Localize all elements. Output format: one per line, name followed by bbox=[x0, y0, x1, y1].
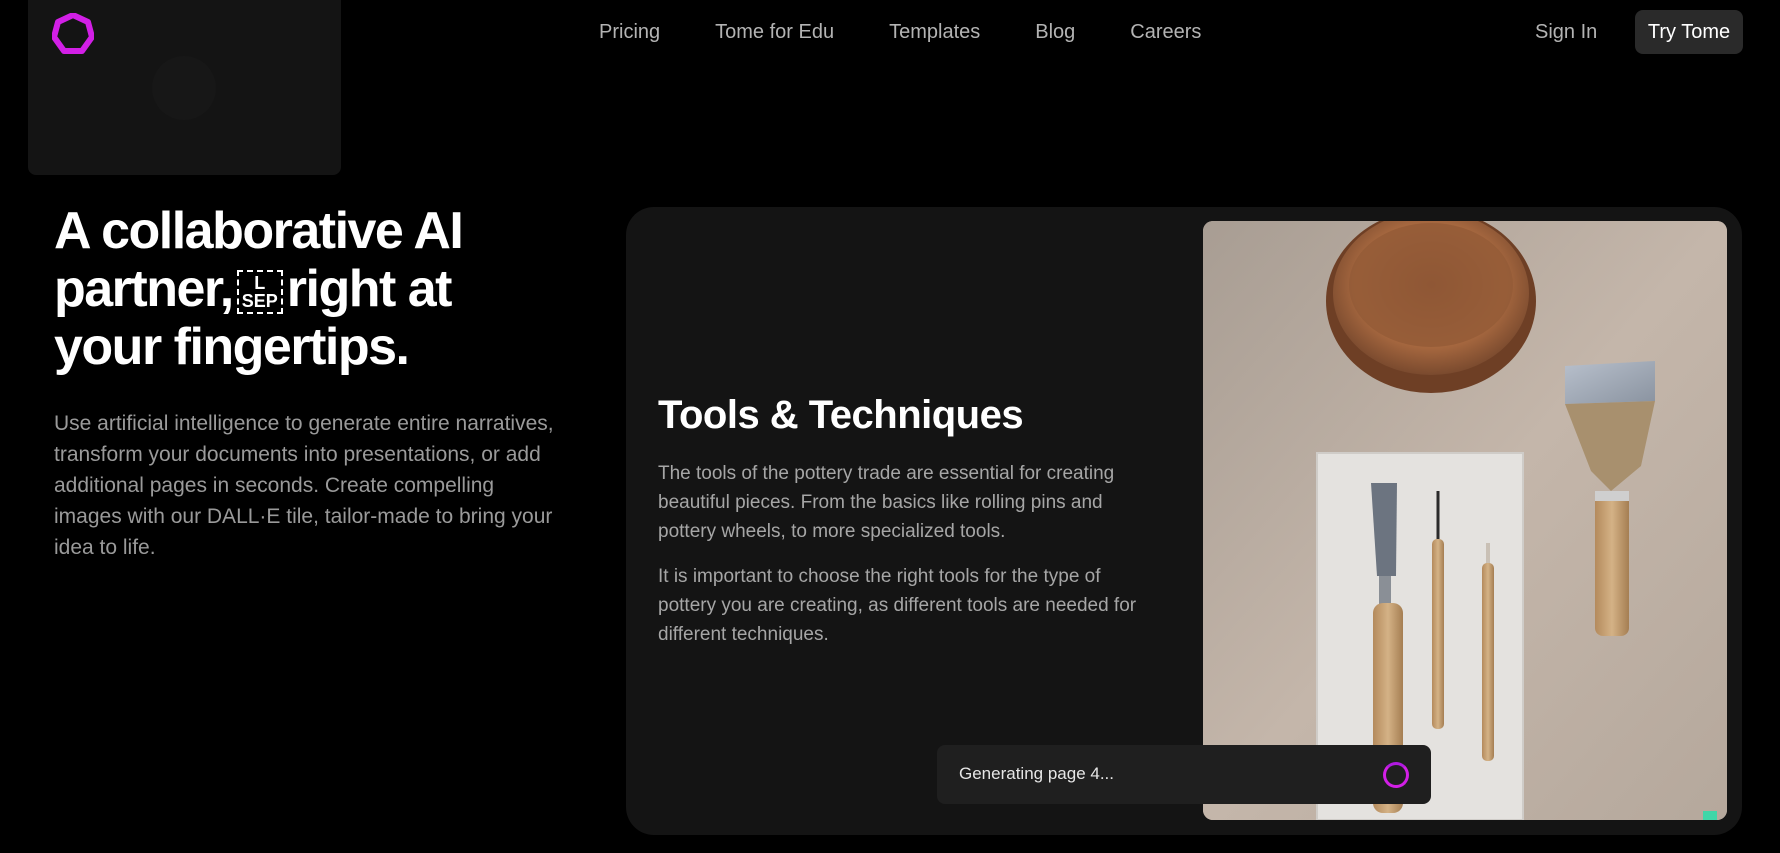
top-nav: Pricing Tome for Edu Templates Blog Care… bbox=[599, 20, 1256, 44]
hero-title-line2-post: right at bbox=[286, 260, 453, 318]
nav-tome-for-edu[interactable]: Tome for Edu bbox=[715, 20, 834, 44]
sep-glyph-bottom: SEP bbox=[241, 291, 278, 312]
generating-status-text: Generating page 4... bbox=[959, 764, 1115, 783]
hero-title: A collaborative AI partner, L SEP right at … bbox=[54, 202, 534, 376]
nav-pricing[interactable]: Pricing bbox=[599, 20, 660, 44]
nav-templates[interactable]: Templates bbox=[889, 20, 980, 44]
logo-ghost-shape bbox=[152, 56, 216, 120]
pottery-tools-illustration bbox=[1203, 221, 1727, 820]
loading-spinner-icon bbox=[1383, 762, 1409, 788]
pottery-tools-image bbox=[1203, 221, 1727, 820]
generating-toast: Generating page 4... bbox=[937, 745, 1431, 804]
nav-blog[interactable]: Blog bbox=[1035, 20, 1075, 44]
hero-title-line1: A collaborative AI bbox=[54, 202, 464, 260]
card-heading: Tools & Techniques bbox=[658, 393, 1024, 437]
card-paragraph-2: It is important to choose the right tool… bbox=[658, 566, 1137, 645]
tome-logo-icon[interactable] bbox=[52, 13, 94, 55]
hero-title-line2-pre: partner, bbox=[54, 260, 234, 318]
sign-in-link[interactable]: Sign In bbox=[1535, 20, 1597, 44]
card-paragraph-1: The tools of the pottery trade are essen… bbox=[658, 463, 1115, 542]
hero-title-line3: your fingertips. bbox=[54, 318, 410, 376]
hero-description: Use artificial intelligence to generate … bbox=[54, 412, 554, 559]
sep-glyph-top: L bbox=[254, 273, 266, 294]
sep-glyph: L SEP bbox=[236, 270, 283, 315]
nav-careers[interactable]: Careers bbox=[1130, 20, 1201, 44]
page: Pricing Tome for Edu Templates Blog Care… bbox=[0, 0, 1780, 853]
try-tome-button[interactable]: Try Tome bbox=[1635, 10, 1743, 54]
